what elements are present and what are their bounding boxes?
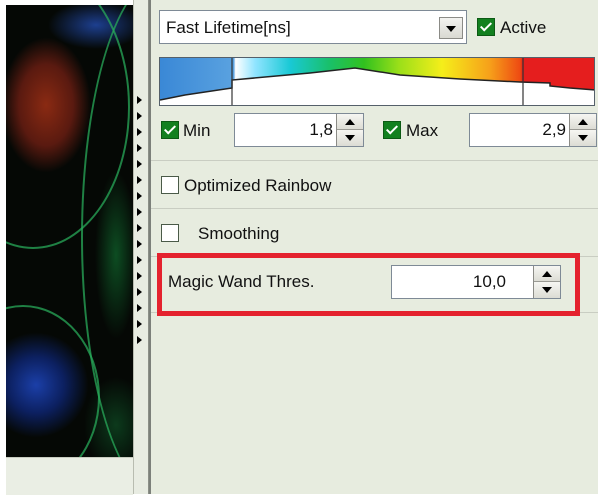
arrow-right-icon [137,320,142,328]
arrow-right-icon [137,208,142,216]
lifetime-histogram [160,58,594,105]
arrow-up-icon [345,119,355,125]
image-footer [6,457,133,495]
lifetime-settings-panel: Fast Lifetime[ns] Active Min 1,8 Max 2,9 [149,0,598,494]
min-spinbox[interactable]: 1,8 [234,113,364,147]
max-checkbox[interactable] [383,121,401,139]
active-label: Active [500,18,547,37]
min-value: 1,8 [309,120,333,139]
dropdown-button[interactable] [439,17,463,39]
divider [151,160,598,161]
panel-splitter[interactable] [133,0,149,494]
lifetime-colorbar[interactable] [159,57,595,106]
arrow-down-icon [578,135,588,141]
min-label: Min [183,121,211,140]
arrow-right-icon [137,336,142,344]
arrow-right-icon [137,304,142,312]
arrow-right-icon [137,160,142,168]
max-increment-button[interactable] [570,114,596,130]
arrow-right-icon [137,144,142,152]
arrow-right-icon [137,240,142,248]
arrow-right-icon [137,288,142,296]
arrow-right-icon [137,112,142,120]
arrow-right-icon [137,224,142,232]
min-increment-button[interactable] [337,114,363,130]
smoothing-label: Smoothing [198,224,280,243]
max-label: Max [406,121,439,140]
fluorescence-image[interactable] [6,5,133,457]
max-spinbox[interactable]: 2,9 [469,113,597,147]
max-value: 2,9 [542,120,566,139]
arrow-right-icon [137,256,142,264]
active-checkbox[interactable] [477,18,495,36]
arrow-right-icon [137,128,142,136]
max-decrement-button[interactable] [570,130,596,146]
arrow-right-icon [137,192,142,200]
arrow-right-icon [137,96,142,104]
smoothing-checkbox[interactable] [161,224,179,242]
lifetime-type-dropdown[interactable]: Fast Lifetime[ns] [159,10,467,44]
chevron-down-icon [446,26,456,32]
optimized-rainbow-checkbox[interactable] [161,176,179,194]
highlight-box [157,253,580,316]
optimized-rainbow-label: Optimized Rainbow [184,176,332,195]
lifetime-type-value: Fast Lifetime[ns] [166,18,291,37]
min-checkbox[interactable] [161,121,179,139]
divider [151,208,598,209]
arrow-down-icon [345,135,355,141]
arrow-right-icon [137,272,142,280]
min-decrement-button[interactable] [337,130,363,146]
arrow-up-icon [578,119,588,125]
arrow-right-icon [137,176,142,184]
